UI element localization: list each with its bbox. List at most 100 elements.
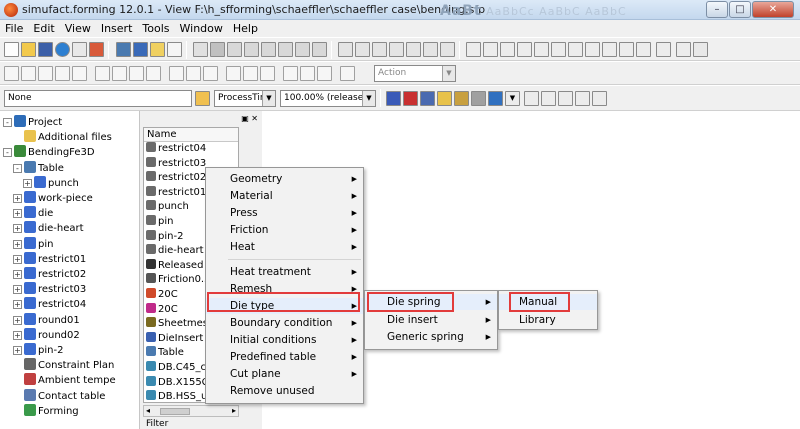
tree-item[interactable]: + punch — [23, 175, 79, 191]
layout-icon[interactable] — [338, 42, 353, 57]
result-icon[interactable] — [243, 66, 258, 81]
menu-item[interactable]: Die insert ▶ — [365, 312, 497, 328]
list-icon[interactable] — [585, 42, 600, 57]
pen-icon[interactable] — [278, 42, 293, 57]
new-file-icon[interactable] — [4, 42, 19, 57]
expand-icon[interactable]: + — [13, 315, 22, 325]
tree-item[interactable]: + restrict01 — [13, 251, 86, 267]
layers-icon[interactable] — [386, 91, 401, 106]
pan-icon[interactable] — [517, 42, 532, 57]
collapse-icon[interactable]: - — [3, 148, 12, 158]
maximize-button[interactable]: □ — [729, 1, 751, 18]
stop-icon[interactable] — [636, 42, 651, 57]
tree-item[interactable]: + pin-2 — [13, 343, 63, 358]
grid-view-icon[interactable] — [592, 91, 607, 106]
zoom-icon[interactable] — [483, 42, 498, 57]
menu-edit[interactable]: Edit — [28, 20, 59, 36]
shape-icon[interactable] — [295, 42, 310, 57]
result-icon[interactable] — [226, 66, 241, 81]
menu-insert[interactable]: Insert — [96, 20, 138, 36]
plus-icon[interactable] — [500, 42, 515, 57]
view-top-icon[interactable] — [72, 66, 87, 81]
view-left-icon[interactable] — [38, 66, 53, 81]
tree-item[interactable]: + die-heart — [13, 221, 84, 236]
name-column-header[interactable]: Name — [144, 128, 238, 142]
menu-item[interactable]: Remove unused — [206, 383, 363, 399]
tree-item[interactable]: Contact table — [13, 388, 105, 404]
layout-icon[interactable] — [372, 42, 387, 57]
view-iso2-icon[interactable] — [112, 66, 127, 81]
object-list-item[interactable]: restrict04 — [144, 142, 238, 157]
export-icon[interactable] — [89, 42, 104, 57]
archive-icon[interactable] — [454, 91, 469, 106]
grid-icon[interactable] — [210, 42, 225, 57]
merge-icon[interactable] — [420, 91, 435, 106]
scroll-left-icon[interactable]: ◂ — [146, 406, 150, 416]
panel-controls[interactable]: ▣ ✕ — [241, 114, 258, 123]
menu-item[interactable]: Generic spring ▶ — [365, 329, 497, 345]
report-icon[interactable] — [602, 42, 617, 57]
expand-icon[interactable]: + — [13, 270, 22, 279]
menu-help[interactable]: Help — [228, 20, 263, 36]
filter-icon[interactable] — [133, 42, 148, 57]
tree-item[interactable]: + round01 — [13, 312, 80, 328]
notes-icon[interactable] — [150, 42, 165, 57]
tree-item[interactable]: Forming — [13, 403, 79, 419]
menu-item[interactable]: Material ▶ — [206, 188, 363, 204]
animation-icon[interactable] — [300, 66, 315, 81]
expand-icon[interactable]: + — [13, 346, 22, 355]
expand-icon[interactable]: + — [13, 224, 22, 234]
expand-icon[interactable]: + — [13, 254, 22, 264]
tree-item[interactable]: Constraint Plan — [13, 358, 114, 373]
collapse-icon[interactable] — [558, 91, 573, 106]
horizontal-scrollbar[interactable]: ◂ ▸ — [143, 405, 239, 417]
tree-item[interactable]: + restrict03 — [13, 282, 86, 297]
menu-item[interactable]: Heat treatment ▶ — [206, 264, 363, 280]
menu-tools[interactable]: Tools — [137, 20, 174, 36]
tree-item[interactable]: Ambient tempe — [13, 373, 116, 388]
expand-icon[interactable]: + — [13, 194, 22, 203]
dropdown-icon[interactable] — [656, 42, 671, 57]
split-icon[interactable] — [466, 42, 481, 57]
document-icon[interactable] — [167, 42, 182, 57]
view-front-icon[interactable] — [4, 66, 19, 81]
collapse-icon[interactable]: - — [3, 118, 12, 127]
view-back-icon[interactable] — [21, 66, 36, 81]
tree-item[interactable]: + die — [13, 206, 53, 221]
menu-window[interactable]: Window — [175, 20, 228, 36]
menu-item[interactable]: Press ▶ — [206, 205, 363, 221]
tree-item[interactable]: - BendingFe3D — [3, 145, 95, 160]
move-icon[interactable] — [227, 42, 242, 57]
calculator-icon[interactable] — [676, 42, 691, 57]
close-button[interactable]: ✕ — [752, 1, 794, 18]
settings-icon[interactable] — [575, 91, 590, 106]
tree-item[interactable]: - Table — [13, 160, 64, 176]
tree-item[interactable]: + restrict02 — [13, 267, 86, 282]
zoom-select[interactable]: 100.00% (release_wp) ▼ — [280, 90, 376, 107]
expand-icon[interactable]: + — [23, 178, 32, 188]
search-icon[interactable] — [568, 42, 583, 57]
tree-item[interactable]: + work-piece — [13, 191, 93, 206]
view-icon[interactable] — [116, 42, 131, 57]
collapse-icon[interactable]: - — [13, 163, 22, 173]
tool-icon[interactable] — [340, 66, 355, 81]
display-mode-icon[interactable] — [203, 66, 218, 81]
bar-chart-icon[interactable] — [488, 91, 503, 106]
animation-icon[interactable] — [317, 66, 332, 81]
copy-icon[interactable] — [72, 42, 87, 57]
tree-item[interactable]: + pin — [13, 236, 53, 252]
menu-item[interactable]: Geometry ▶ — [206, 171, 363, 187]
expand-icon[interactable]: + — [13, 330, 22, 340]
chevron-down-icon[interactable]: ▼ — [505, 91, 520, 106]
open-folder-icon[interactable] — [21, 42, 36, 57]
transform-icon[interactable] — [193, 42, 208, 57]
scroll-right-icon[interactable]: ▸ — [232, 406, 236, 416]
print-icon[interactable] — [471, 91, 486, 106]
view-select[interactable]: None — [4, 90, 192, 107]
view-iso-icon[interactable] — [95, 66, 110, 81]
view-iso4-icon[interactable] — [146, 66, 161, 81]
save-icon[interactable] — [38, 42, 53, 57]
chart-icon[interactable] — [693, 42, 708, 57]
layout-icon[interactable] — [389, 42, 404, 57]
expand-icon[interactable]: + — [13, 239, 22, 249]
